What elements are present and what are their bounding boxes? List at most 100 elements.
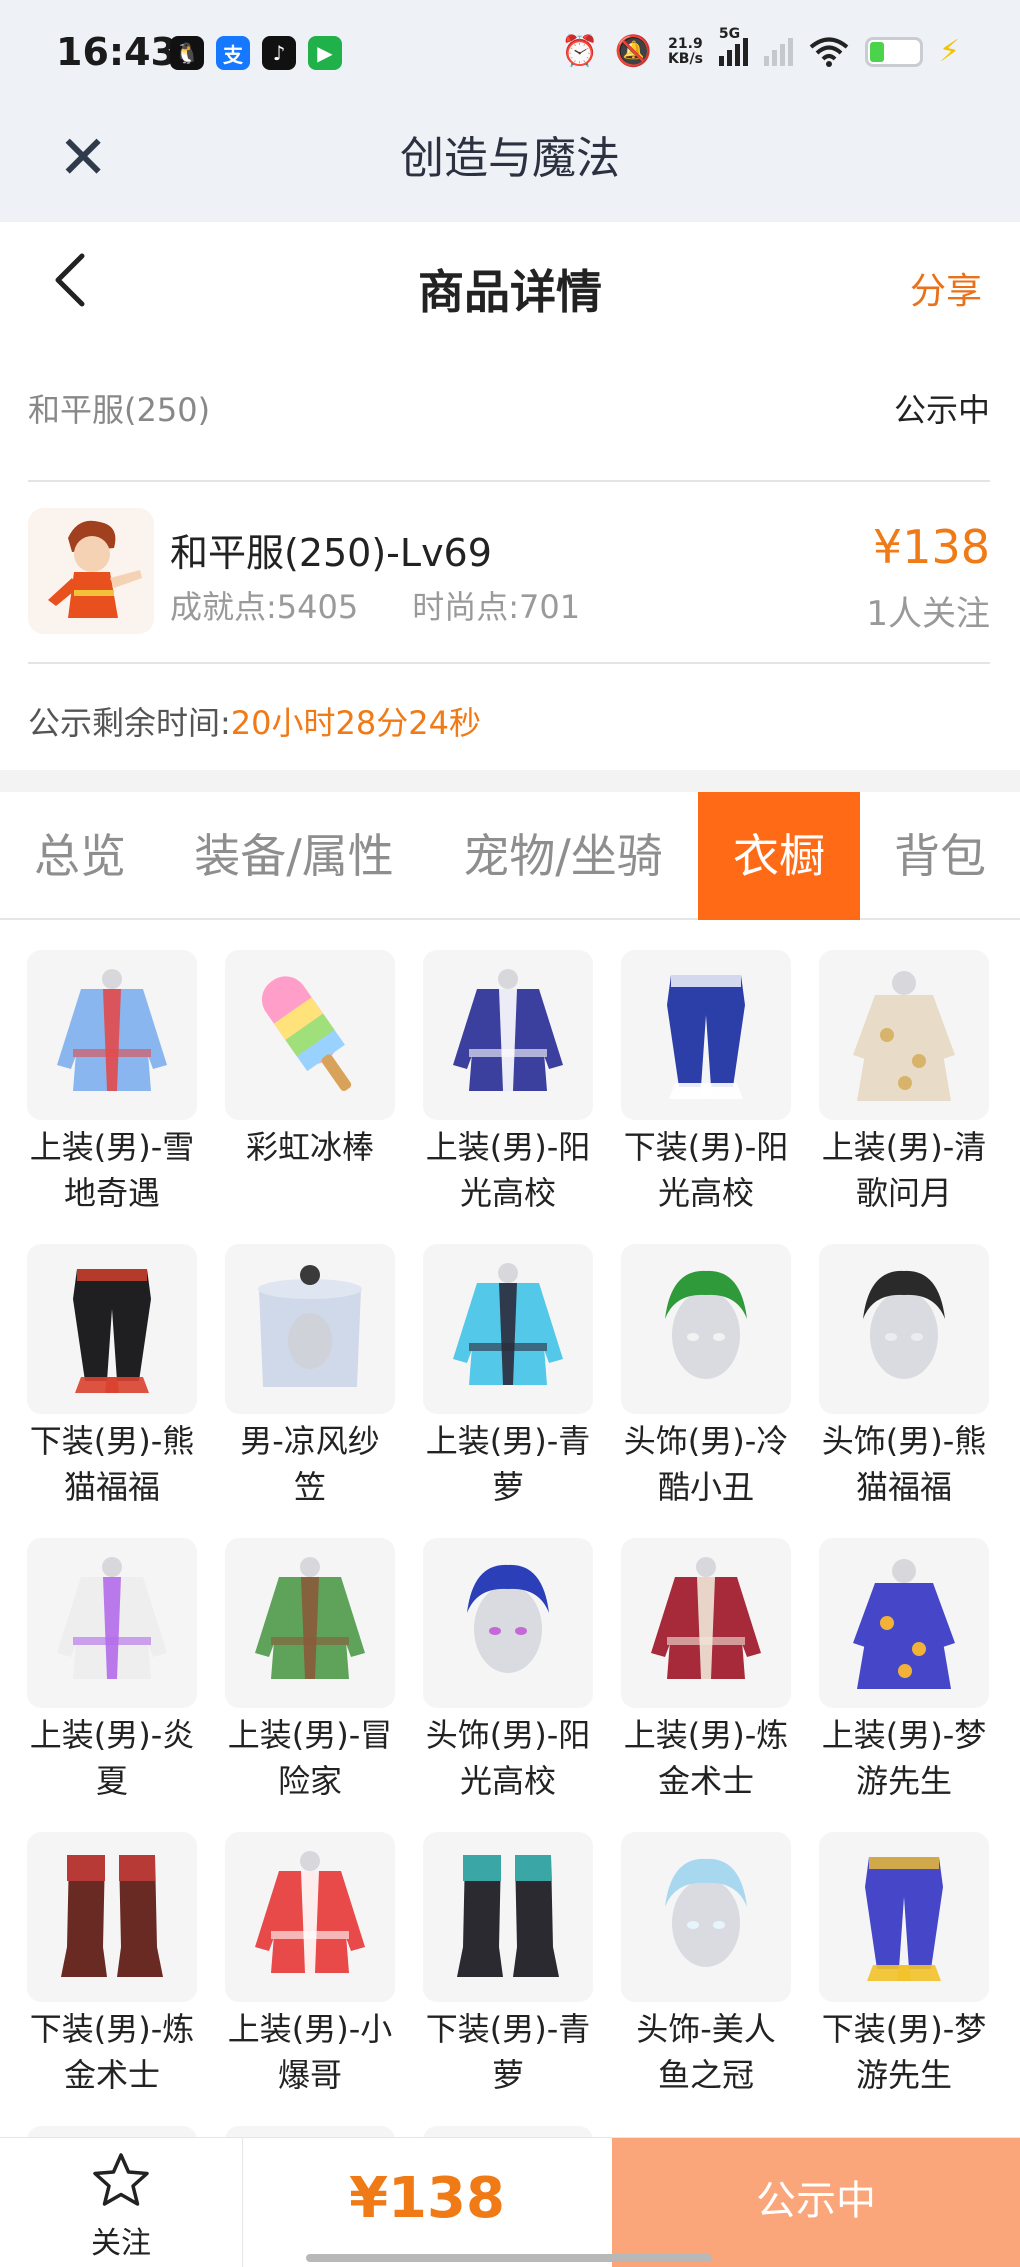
wardrobe-item-name-line2: 光高校: [657, 1174, 754, 1212]
wardrobe-item[interactable]: 头饰(男)-阳 光高校: [423, 1538, 593, 1804]
wardrobe-item[interactable]: 上装(男)-梦 游先生: [819, 1538, 989, 1804]
wardrobe-item-name: 上装(男)-炼 金术士: [608, 1712, 804, 1804]
network-label: 5G: [718, 25, 741, 42]
tab-pets-mounts[interactable]: 宠物/坐骑: [428, 792, 698, 920]
wardrobe-item-image: [423, 1832, 593, 2002]
wardrobe-item[interactable]: 上装(男)-炼 金术士: [621, 1538, 791, 1804]
wardrobe-item-name-line2: 爆哥: [277, 2056, 342, 2094]
wardrobe-item[interactable]: 上装(男)-雪 地奇遇: [27, 950, 197, 1216]
wardrobe-item-name-line1: 上装(男)-炼: [623, 1716, 789, 1754]
tab-wardrobe[interactable]: 衣橱: [698, 792, 860, 920]
wardrobe-item[interactable]: 男-凉风纱笠: [225, 1244, 395, 1510]
wardrobe-item-name: 头饰(男)-阳 光高校: [410, 1712, 606, 1804]
wardrobe-item-name-line1: 上装(男)-小: [227, 2010, 393, 2048]
wardrobe-item[interactable]: 上装(男)-阳 光高校: [423, 950, 593, 1216]
app-title: 创造与魔法: [400, 133, 620, 184]
wardrobe-item-name-line1: 上装(男)-梦: [821, 1716, 987, 1754]
wardrobe-item[interactable]: 上装(男)-炎夏: [27, 1538, 197, 1804]
signal-5g: 5G: [718, 26, 748, 66]
battery-icon: [864, 36, 923, 67]
status-indicators: ⏰ 🔕 21.9 KB/s 5G ⚡: [561, 26, 960, 70]
wardrobe-item-name: 头饰-美人 鱼之冠: [608, 2006, 804, 2098]
remaining-value: 20小时28分24秒: [230, 704, 481, 742]
status-bar: 16:43 🐧 支 ♪ ▶ ⏰ 🔕 21.9 KB/s 5G ⚡: [0, 0, 1020, 110]
wardrobe-item-name: 下装(男)-熊 猫福福: [14, 1418, 210, 1510]
wardrobe-item-name-line1: 彩虹冰棒: [245, 1128, 374, 1166]
status-button[interactable]: 公示中: [612, 2138, 1020, 2267]
top-zone: 16:43 🐧 支 ♪ ▶ ⏰ 🔕 21.9 KB/s 5G ⚡ ✕ 创造与魔法: [0, 0, 1020, 222]
follow-button[interactable]: 关注: [0, 2138, 242, 2267]
achievement-points: 成就点:5405: [170, 588, 359, 626]
home-indicator[interactable]: [306, 2254, 712, 2262]
wardrobe-item-name: 下装(男)-梦 游先生: [806, 2006, 1002, 2098]
wardrobe-item-name: 上装(男)-炎夏: [14, 1712, 210, 1804]
wardrobe-item-image: [819, 1244, 989, 1414]
wardrobe-item-name: 上装(男)-阳 光高校: [410, 1124, 606, 1216]
fashion-points: 时尚点:701: [412, 588, 581, 626]
wardrobe-item-name: 上装(男)-青萝: [410, 1418, 606, 1510]
wardrobe-item-name: 上装(男)-梦 游先生: [806, 1712, 1002, 1804]
wardrobe-item[interactable]: 上装(男)-青萝: [423, 1244, 593, 1510]
wardrobe-item-name-line2: 萝: [491, 2056, 524, 2094]
wardrobe-item-name: 上装(男)-小 爆哥: [212, 2006, 408, 2098]
wardrobe-item[interactable]: 彩虹冰棒: [225, 950, 395, 1170]
wardrobe-item-name: 上装(男)-冒 险家: [212, 1712, 408, 1804]
wardrobe-item[interactable]: 下装(男)-青萝: [423, 1832, 593, 2098]
bottom-bar: 关注 ¥138 公示中: [0, 2137, 1020, 2267]
page-title: 商品详情: [418, 265, 602, 319]
wardrobe-item[interactable]: 上装(男)-冒 险家: [225, 1538, 395, 1804]
wardrobe-item-image: [423, 1244, 593, 1414]
server-row: 和平服(250) 公示中: [28, 385, 990, 431]
wardrobe-item-name-line1: 下装(男)-熊: [29, 1422, 195, 1460]
tab-overview[interactable]: 总览: [0, 792, 160, 920]
wardrobe-item-image: [423, 1538, 593, 1708]
signal-strength-icon: [718, 37, 748, 66]
page-header: 商品详情 分享: [0, 222, 1020, 352]
wardrobe-item-name-line1: 下装(男)-阳: [623, 1128, 789, 1166]
wardrobe-item-name-line2: 金术士: [63, 2056, 160, 2094]
remaining-time: 公示剩余时间:20小时28分24秒: [28, 698, 481, 744]
wardrobe-item-name-line2: 光高校: [459, 1762, 556, 1800]
wardrobe-item-name-line1: 上装(男)-阳: [425, 1128, 591, 1166]
wardrobe-item[interactable]: 头饰(男)-熊 猫福福: [819, 1244, 989, 1510]
wardrobe-item-name-line1: 下装(男)-炼: [29, 2010, 195, 2048]
charging-icon: ⚡: [938, 34, 960, 69]
wardrobe-item-name-line1: 上装(男)-冒: [227, 1716, 393, 1754]
mute-bell-icon: 🔕: [614, 33, 652, 69]
wardrobe-item-name-line1: 下装(男)-青: [425, 2010, 591, 2048]
wardrobe-item-name-line2: 游先生: [855, 2056, 952, 2094]
wardrobe-item[interactable]: 下装(男)-阳 光高校: [621, 950, 791, 1216]
wardrobe-item-image: [819, 1538, 989, 1708]
tab-equipment[interactable]: 装备/属性: [160, 792, 428, 920]
section-gap: [0, 770, 1020, 792]
wardrobe-item-name-line2: 歌问月: [855, 1174, 952, 1212]
wardrobe-item-image: [621, 1832, 791, 2002]
wardrobe-item-name-line2: 鱼之冠: [657, 2056, 754, 2094]
wardrobe-item[interactable]: 上装(男)-清 歌问月: [819, 950, 989, 1216]
wardrobe-item[interactable]: 下装(男)-梦 游先生: [819, 1832, 989, 2098]
wardrobe-item-name-line1: 下装(男)-梦: [821, 2010, 987, 2048]
wardrobe-item[interactable]: 头饰-美人 鱼之冠: [621, 1832, 791, 2098]
star-icon: [93, 2153, 149, 2206]
wardrobe-item[interactable]: 下装(男)-炼 金术士: [27, 1832, 197, 2098]
wardrobe-item-name: 上装(男)-雪 地奇遇: [14, 1124, 210, 1216]
wardrobe-item-image: [225, 1538, 395, 1708]
wardrobe-item-name: 下装(男)-青萝: [410, 2006, 606, 2098]
wardrobe-item-name-line1: 上装(男)-青: [425, 1422, 591, 1460]
wardrobe-item-name-line1: 上装(男)-清: [821, 1128, 987, 1166]
net-speed-value: 21.9: [668, 35, 703, 52]
wardrobe-item[interactable]: 头饰(男)-冷 酷小丑: [621, 1244, 791, 1510]
app-bar: ✕ 创造与魔法: [0, 110, 1020, 222]
signal-sim2-icon: [763, 37, 793, 66]
wardrobe-item-name-line2: 地奇遇: [63, 1174, 160, 1212]
wardrobe-item-name: 上装(男)-清 歌问月: [806, 1124, 1002, 1216]
wardrobe-item[interactable]: 上装(男)-小 爆哥: [225, 1832, 395, 2098]
wardrobe-item[interactable]: 下装(男)-熊 猫福福: [27, 1244, 197, 1510]
wardrobe-item-name: 头饰(男)-冷 酷小丑: [608, 1418, 804, 1510]
share-button[interactable]: 分享: [910, 262, 982, 314]
wardrobe-item-name-line2: 险家: [277, 1762, 342, 1800]
wardrobe-item-name-line1: 头饰(男)-阳: [425, 1716, 591, 1754]
alarm-icon: ⏰: [561, 33, 599, 69]
listing-item[interactable]: 和平服(250)-Lv69 成就点:5405 时尚点:701 ¥138 1人关注: [0, 482, 1020, 662]
tab-backpack[interactable]: 背包: [860, 792, 1020, 920]
